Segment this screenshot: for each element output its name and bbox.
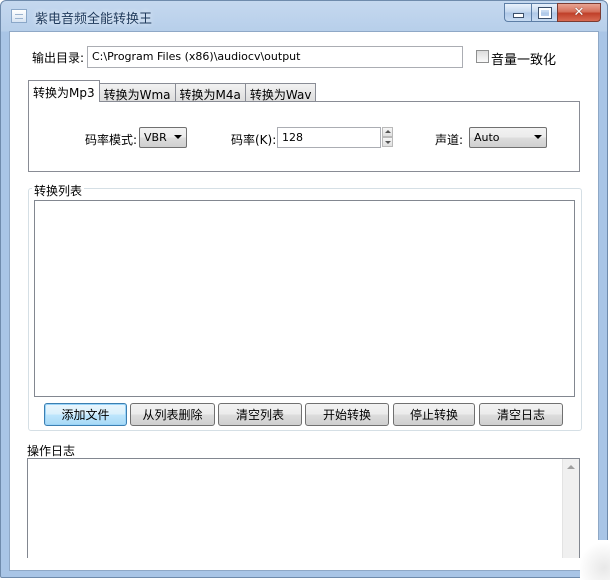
chevron-down-icon [534,135,542,139]
minimize-icon [512,13,524,18]
output-dir-label: 输出目录: [32,51,85,65]
close-icon: ✕ [573,5,585,20]
bitrate-mode-select[interactable]: VBR [139,127,187,148]
add-file-button[interactable]: 添加文件 [44,403,127,426]
remove-from-list-button[interactable]: 从列表删除 [130,403,215,426]
client-area: 输出目录: C:\Program Files (x86)\audiocv\out… [9,31,599,571]
maximize-button[interactable] [531,3,557,22]
output-dir-input[interactable]: C:\Program Files (x86)\audiocv\output [87,46,463,68]
stop-convert-button[interactable]: 停止转换 [393,403,475,426]
window-title: 紫电音频全能转换王 [35,12,153,27]
spin-up-icon[interactable] [382,127,393,137]
format-tabs: 转换为Mp3 转换为Wma 转换为M4a 转换为Wav [28,80,317,102]
window-controls: ✕ [504,3,601,22]
log-textarea[interactable] [27,458,580,558]
channel-select[interactable]: Auto [469,127,547,148]
scroll-up-icon[interactable] [567,465,575,469]
spin-down-icon[interactable] [382,137,393,147]
clear-list-button[interactable]: 清空列表 [218,403,302,426]
corner-shadow [580,540,610,580]
bitrate-input[interactable]: 128 [277,127,381,148]
convert-list-label: 转换列表 [32,182,85,199]
volume-normalize-checkbox[interactable] [476,50,489,63]
clear-log-button[interactable]: 清空日志 [479,403,563,426]
title-bar[interactable]: 紫电音频全能转换王 ✕ [1,1,607,31]
log-label: 操作日志 [27,444,76,458]
channel-label: 声道: [435,133,464,147]
channel-value: Auto [474,131,500,144]
tab-mp3[interactable]: 转换为Mp3 [28,80,100,102]
minimize-button[interactable] [504,3,531,22]
tab-m4a[interactable]: 转换为M4a [174,83,246,102]
main-window: 紫电音频全能转换王 ✕ 输出目录: C:\Program Files (x86)… [0,0,608,578]
bitrate-mode-label: 码率模式: [85,133,138,147]
bitrate-mode-value: VBR [144,131,167,144]
log-scrollbar[interactable] [562,459,579,558]
mp3-settings-panel: 码率模式: VBR 码率(K): 128 声道: Auto [28,101,580,172]
tab-wav[interactable]: 转换为Wav [244,83,317,102]
volume-normalize-label: 音量一致化 [491,53,557,68]
bitrate-label: 码率(K): [231,133,277,147]
app-window-icon [11,9,27,23]
chevron-down-icon [174,135,182,139]
tab-wma[interactable]: 转换为Wma [98,83,176,102]
close-button[interactable]: ✕ [557,3,601,22]
convert-list[interactable] [34,200,575,397]
start-convert-button[interactable]: 开始转换 [305,403,389,426]
maximize-icon [537,6,552,19]
bitrate-spinner [382,127,393,148]
